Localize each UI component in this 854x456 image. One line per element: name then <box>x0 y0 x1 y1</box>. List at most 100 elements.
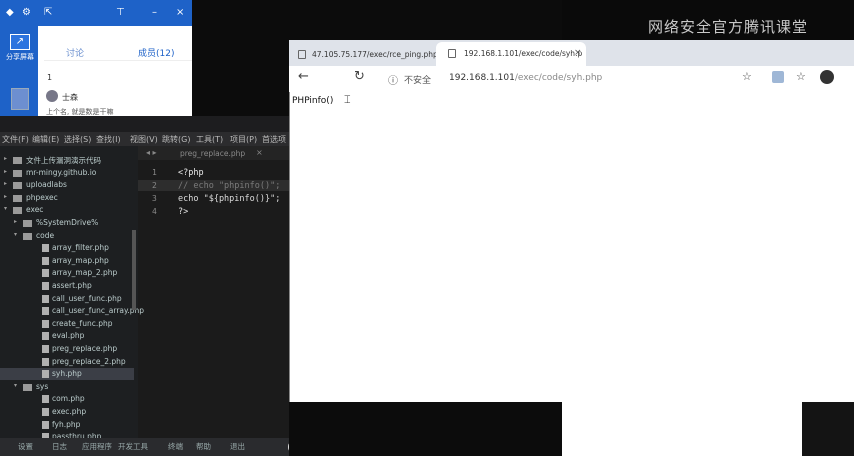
tree-item-label: exec.php <box>52 407 87 416</box>
tab-arrows-icon[interactable]: ◂ ▸ <box>146 148 157 157</box>
message-number: 1 <box>47 73 53 82</box>
tree-item[interactable]: fyh.php <box>0 419 134 431</box>
code-line: <?php <box>178 168 204 178</box>
tree-item[interactable]: call_user_func_array.php <box>0 305 144 317</box>
menu-tools[interactable]: 工具(T) <box>196 134 223 145</box>
tree-item[interactable]: ▸ %SystemDrive% <box>0 217 134 229</box>
address-bar[interactable]: 192.168.1.101/exec/code/syh.php <box>449 73 602 83</box>
close-icon[interactable]: × <box>176 7 184 18</box>
top-icon[interactable]: ⊤ <box>116 7 125 18</box>
desktop-background <box>802 402 854 456</box>
tree-scrollbar[interactable] <box>132 230 136 310</box>
browser-tab-title: 192.168.1.101/exec/code/syh.p <box>464 49 583 58</box>
extension-icon[interactable] <box>772 71 784 83</box>
tab-close-icon[interactable]: × <box>574 48 582 58</box>
chevron-right-icon[interactable]: ▸ <box>14 218 17 225</box>
status-item[interactable]: 帮助 <box>196 441 211 452</box>
tree-item[interactable]: ▸ mr-mingy.github.io <box>0 167 134 179</box>
tree-item[interactable]: array_map.php <box>0 255 134 267</box>
tree-item[interactable]: com.php <box>0 393 134 405</box>
file-icon <box>42 345 49 353</box>
message-author: 士森 <box>62 93 78 102</box>
tree-item[interactable]: call_user_func.php <box>0 293 134 305</box>
menu-edit[interactable]: 编辑(E) <box>32 134 59 145</box>
reload-icon[interactable]: ↻ <box>354 69 365 84</box>
tree-item[interactable]: array_filter.php <box>0 242 134 254</box>
chat-sidebar: ↗ 分享屏幕 <box>0 26 38 116</box>
tree-item-label: eval.php <box>52 331 85 341</box>
chevron-down-icon[interactable]: ▾ <box>4 205 7 212</box>
star-icon[interactable]: ☆ <box>742 70 752 83</box>
browser-tab[interactable]: 47.105.75.177/exec/rce_ping.php <box>296 44 438 66</box>
menu-select[interactable]: 选择(S) <box>64 134 91 145</box>
not-secure-label[interactable]: 不安全 <box>404 73 431 86</box>
tree-item-label: com.php <box>52 394 85 404</box>
status-item[interactable]: 退出 <box>230 441 245 452</box>
pin-icon[interactable]: ◆ <box>6 7 14 18</box>
chevron-right-icon[interactable]: ▸ <box>4 180 7 187</box>
profile-avatar[interactable] <box>820 70 834 84</box>
tree-item-label: call_user_func.php <box>52 293 122 303</box>
tree-item[interactable]: ▸ 文件上传漏洞演示代码 <box>0 154 134 166</box>
browser-tab-active[interactable]: 192.168.1.101/exec/code/syh.p <box>436 42 586 66</box>
file-icon <box>42 269 49 278</box>
tree-item-label: preg_replace_2.php <box>52 356 126 366</box>
tree-item-label: exec <box>26 205 44 215</box>
editor-tab[interactable]: preg_replace.php <box>180 149 245 158</box>
tree-item[interactable]: ▸ uploadlabs <box>0 179 134 191</box>
folder-icon <box>23 383 32 391</box>
settings-icon[interactable]: ⚙ <box>22 7 31 18</box>
tree-item[interactable]: ▾ exec <box>0 204 134 216</box>
folder-icon <box>13 157 22 164</box>
popout-icon[interactable]: ⇱ <box>44 7 52 18</box>
status-item[interactable]: 终端 <box>168 441 183 452</box>
tree-item-label: create_func.php <box>52 318 113 328</box>
file-icon <box>42 395 49 404</box>
sidebar-thumbnail[interactable] <box>11 88 29 110</box>
status-item[interactable]: 日志 <box>52 441 67 452</box>
info-icon[interactable]: ⓘ <box>388 72 398 87</box>
browser-tab-title: 47.105.75.177/exec/rce_ping.php <box>312 50 438 59</box>
menu-goto[interactable]: 跳转(G) <box>162 134 190 145</box>
chevron-down-icon[interactable]: ▾ <box>14 231 17 238</box>
folder-icon <box>23 220 32 227</box>
tab-discussion[interactable]: 讨论 <box>66 46 84 59</box>
tree-item[interactable]: preg_replace_2.php <box>0 356 134 368</box>
status-item[interactable]: 应用程序 <box>82 441 112 452</box>
chevron-right-icon[interactable]: ▸ <box>4 168 7 175</box>
share-screen-icon[interactable]: ↗ <box>10 34 30 50</box>
tree-item[interactable]: array_map_2.php <box>0 267 134 279</box>
tab-close-icon[interactable]: × <box>256 148 263 157</box>
tree-item-label: array_filter.php <box>52 243 109 253</box>
file-icon <box>42 282 49 290</box>
tree-item[interactable]: assert.php <box>0 280 134 292</box>
tree-item[interactable]: ▸ phpexec <box>0 192 134 204</box>
back-arrow-icon[interactable]: ← <box>298 69 309 84</box>
minimize-icon[interactable]: – <box>152 7 157 18</box>
menu-find[interactable]: 查找(I) <box>96 134 121 145</box>
file-icon <box>42 307 49 316</box>
favorites-icon[interactable]: ☆ <box>796 70 806 83</box>
tree-item[interactable]: eval.php <box>0 330 134 342</box>
file-icon <box>42 408 49 416</box>
tree-item[interactable]: exec.php <box>0 406 134 418</box>
tab-members[interactable]: 成员(12) <box>138 46 174 59</box>
chevron-right-icon[interactable]: ▸ <box>4 193 7 200</box>
menu-preferences[interactable]: 首选项 <box>262 134 286 145</box>
tree-item[interactable]: ▾ code <box>0 230 134 242</box>
menu-view[interactable]: 视图(V) <box>130 134 158 145</box>
tree-item[interactable]: ▾ sys <box>0 381 134 393</box>
menu-project[interactable]: 项目(P) <box>230 134 257 145</box>
tree-item[interactable]: preg_replace.php <box>0 343 134 355</box>
menu-file[interactable]: 文件(F) <box>2 134 29 145</box>
status-item[interactable]: 设置 <box>18 441 33 452</box>
tree-item[interactable]: syh.php <box>0 368 134 381</box>
status-item[interactable]: 开发工具 <box>118 441 148 452</box>
tree-item-label: preg_replace.php <box>52 344 118 353</box>
chevron-down-icon[interactable]: ▾ <box>14 382 17 389</box>
chat-titlebar: ◆ ⚙ ⇱ ⊤ – × <box>0 0 192 26</box>
editor-titlebar <box>0 116 289 132</box>
tree-item[interactable]: create_func.php <box>0 318 134 330</box>
background-window <box>562 402 802 456</box>
chevron-right-icon[interactable]: ▸ <box>4 155 7 162</box>
